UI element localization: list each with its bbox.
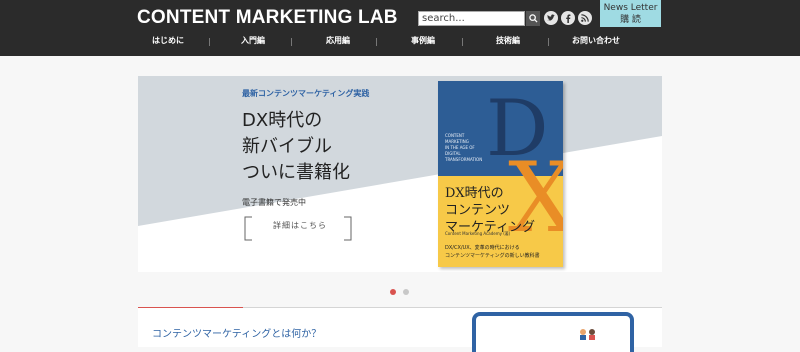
intro-section: コンテンツマーケティングとは何か？ <box>138 307 662 352</box>
book-cover-english: CONTENT MARKETING IN THE AGE OF DIGITAL … <box>445 133 483 162</box>
banner-headline-line: 新バイブル <box>242 136 332 157</box>
main-nav: はじめに 入門編 応用編 事例編 技術編 お問い合わせ <box>138 35 662 49</box>
book-cover-subtitle: DX/CX/UX、変革の時代における コンテンツマーケティングの新しい教科書 <box>445 245 540 259</box>
nav-item-cases[interactable]: 事例編 <box>411 35 435 46</box>
newsletter-button[interactable]: News Letter 購 読 <box>600 0 661 27</box>
book-cover-title: DX時代の コンテンツ マーケティング <box>445 186 535 235</box>
carousel-dot[interactable] <box>403 289 409 295</box>
nav-divider <box>548 38 549 46</box>
twitter-icon[interactable] <box>544 11 558 25</box>
banner-background-shape <box>138 136 662 272</box>
twitter-bird-glyph <box>546 14 555 21</box>
facebook-f-glyph <box>566 14 571 23</box>
nav-divider <box>291 38 292 46</box>
carousel-dot-active[interactable] <box>390 289 396 295</box>
facebook-icon[interactable] <box>561 11 575 25</box>
detail-button[interactable]: 詳細はこちら <box>262 218 338 233</box>
section-divider-line <box>243 307 662 308</box>
nav-item-advanced[interactable]: 応用編 <box>326 35 350 46</box>
banner-headline-line: DX時代の <box>242 110 323 131</box>
nav-divider <box>209 38 210 46</box>
banner-eyebrow: 最新コンテンツマーケティング実践 <box>242 89 370 98</box>
rss-icon[interactable] <box>578 11 592 25</box>
newsletter-label-line2: 購 読 <box>620 15 641 25</box>
people-illustration-icon <box>580 329 595 340</box>
search-button[interactable] <box>526 11 540 26</box>
section-illustration-frame <box>472 312 634 352</box>
nav-item-intro[interactable]: はじめに <box>152 35 184 46</box>
site-header: CONTENT MARKETING LAB search... News Let… <box>0 0 800 56</box>
section-accent-line <box>138 307 243 308</box>
hero-banner[interactable]: 最新コンテンツマーケティング実践 DX時代の 新バイブル ついに書籍化 電子書籍… <box>138 76 662 272</box>
banner-headline: DX時代の 新バイブル ついに書籍化 <box>242 108 350 186</box>
banner-headline-line: ついに書籍化 <box>242 162 350 183</box>
search-input[interactable]: search... <box>418 11 525 26</box>
ebook-note: 電子書籍で発売中 <box>242 198 306 207</box>
newsletter-label-line1: News Letter <box>603 3 658 13</box>
nav-divider <box>462 38 463 46</box>
nav-item-beginner[interactable]: 入門編 <box>241 35 265 46</box>
book-cover-author: Content Marketing Academy (著) <box>445 231 511 236</box>
site-logo[interactable]: CONTENT MARKETING LAB <box>137 7 398 29</box>
book-cover-dx-letters: D <box>486 84 549 174</box>
search-icon <box>528 14 538 23</box>
nav-item-tech[interactable]: 技術編 <box>496 35 520 46</box>
rss-glyph <box>581 14 589 22</box>
nav-item-contact[interactable]: お問い合わせ <box>572 35 620 46</box>
book-cover[interactable]: X D CONTENT MARKETING IN THE AGE OF DIGI… <box>438 81 563 267</box>
nav-divider <box>376 38 377 46</box>
